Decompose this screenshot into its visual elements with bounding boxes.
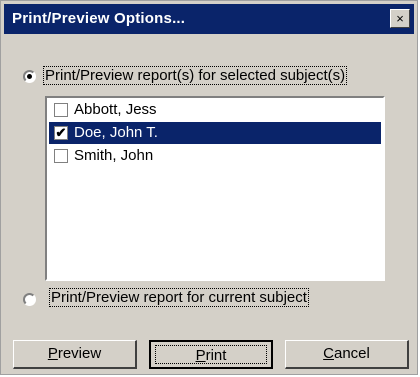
print-mnemonic: P (195, 347, 206, 364)
list-item-label: Doe, John T. (74, 124, 158, 141)
close-icon: × (396, 11, 404, 26)
close-button[interactable]: × (390, 9, 410, 28)
radio-current-subject-label[interactable]: Print/Preview report for current subject (49, 288, 309, 307)
list-item-abbott[interactable]: Abbott, Jess (49, 99, 381, 121)
title-bar: Print/Preview Options... × (4, 4, 414, 34)
preview-mnemonic: P (47, 345, 58, 362)
radio-current-subject[interactable] (23, 293, 36, 306)
cancel-button[interactable]: Cancel (285, 340, 409, 369)
list-item-doe[interactable]: ✔ Doe, John T. (49, 122, 381, 144)
radio-selected-subjects-label[interactable]: Print/Preview report(s) for selected sub… (43, 66, 348, 85)
radio-selected-subjects[interactable] (23, 70, 36, 83)
dialog-title: Print/Preview Options... (12, 10, 186, 27)
print-button[interactable]: Print (149, 340, 273, 369)
print-preview-dialog: Print/Preview Options... × Print/Preview… (0, 0, 418, 375)
list-item-smith[interactable]: Smith, John (49, 145, 381, 167)
preview-label-rest: review (57, 345, 102, 362)
checkbox-doe[interactable]: ✔ (54, 126, 68, 140)
print-label-rest: rint (205, 347, 227, 364)
preview-button[interactable]: Preview (13, 340, 137, 369)
checkbox-smith[interactable] (54, 149, 68, 163)
subject-listbox[interactable]: Abbott, Jess ✔ Doe, John T. Smith, John (45, 96, 385, 281)
list-item-label: Abbott, Jess (74, 101, 157, 118)
focus-rect: Print (155, 345, 267, 364)
cancel-mnemonic: C (323, 345, 334, 362)
radio-dot-icon (27, 74, 32, 79)
list-item-label: Smith, John (74, 147, 154, 164)
checkbox-abbott[interactable] (54, 103, 68, 117)
cancel-label-rest: ancel (333, 345, 370, 362)
checkmark-icon: ✔ (55, 125, 67, 140)
